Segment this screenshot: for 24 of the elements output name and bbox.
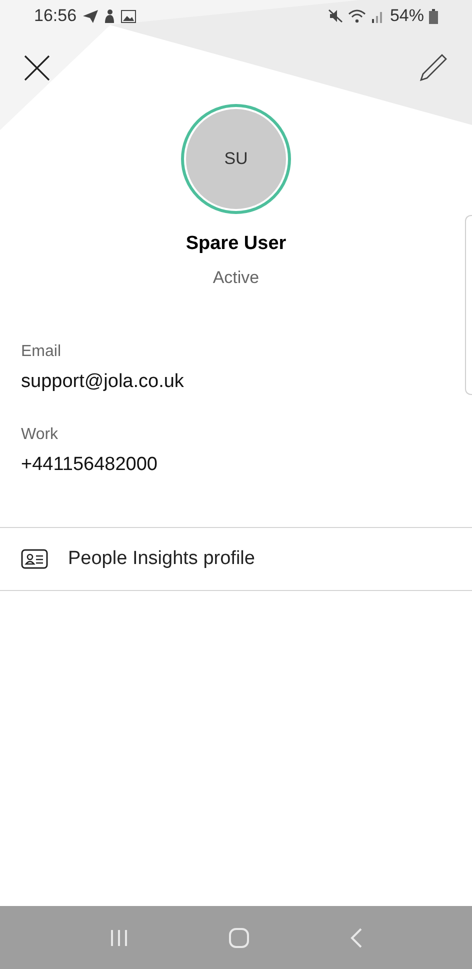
battery-percentage: 54%	[390, 5, 424, 28]
back-icon	[348, 928, 363, 948]
battery-icon	[429, 8, 438, 24]
close-icon	[24, 55, 50, 81]
profile-link[interactable]: People Insights profile	[0, 528, 472, 590]
image-icon	[120, 10, 136, 22]
status-time: 16:56	[34, 5, 77, 28]
presence-status: Active	[212, 266, 260, 288]
recent-apps-icon	[109, 928, 130, 946]
user-name: Spare User	[186, 232, 286, 256]
field-label: Email	[21, 342, 62, 362]
signal-icon	[370, 9, 385, 23]
close-button[interactable]	[22, 53, 52, 83]
mute-icon	[328, 9, 343, 23]
figure-icon	[104, 9, 115, 23]
wifi-icon	[348, 9, 366, 23]
contact-card-icon	[21, 549, 48, 569]
field-value: support@jola.co.uk	[21, 370, 185, 394]
avatar-initials: SU	[224, 148, 248, 170]
home-icon	[228, 926, 250, 948]
field-label: Work	[21, 424, 60, 444]
pencil-icon	[418, 53, 448, 83]
field-value: +441156482000	[21, 452, 158, 476]
send-icon	[82, 10, 98, 22]
